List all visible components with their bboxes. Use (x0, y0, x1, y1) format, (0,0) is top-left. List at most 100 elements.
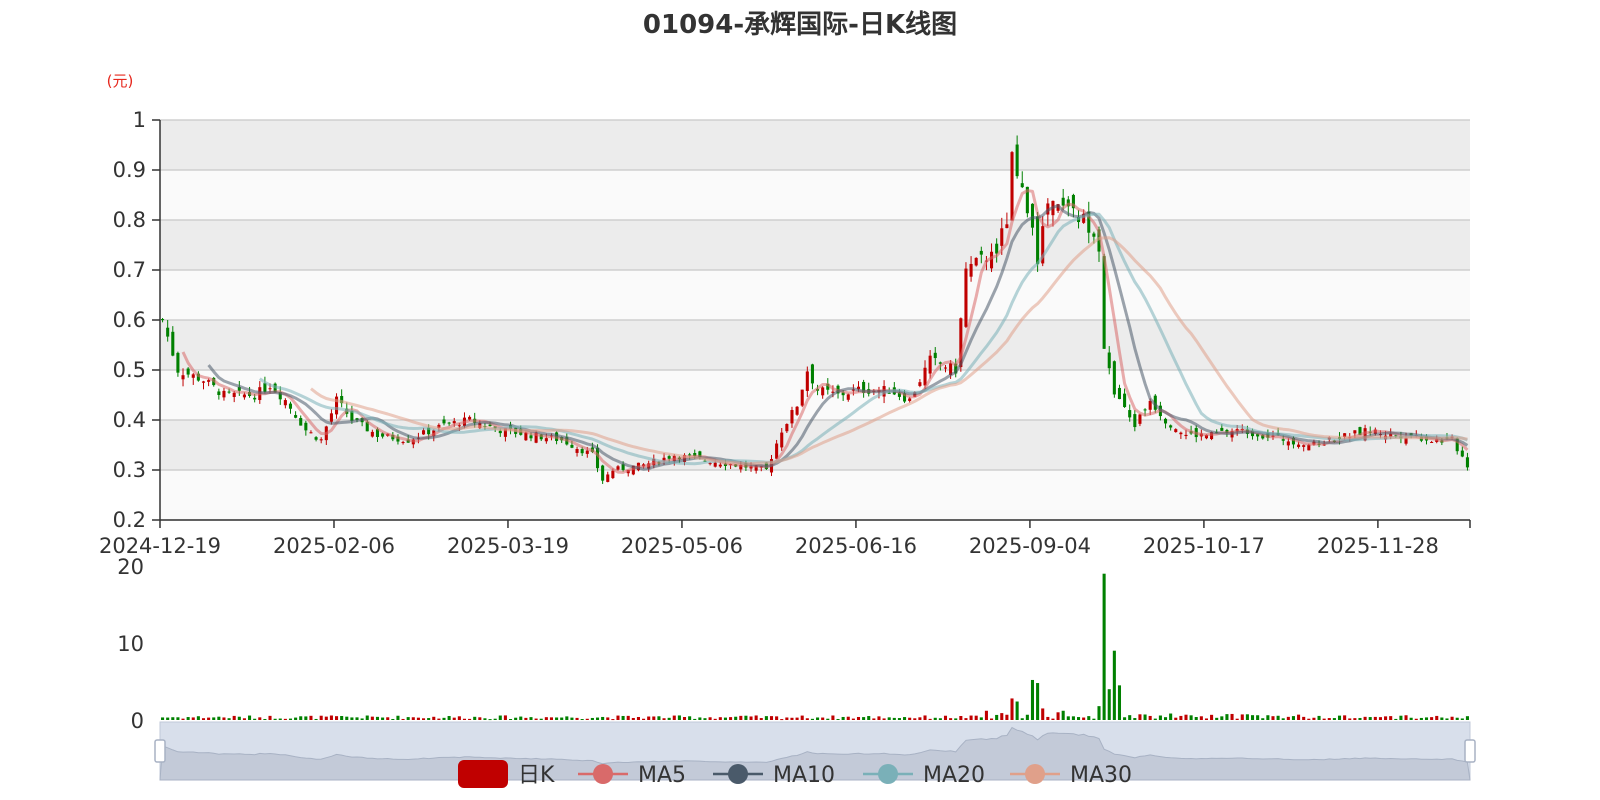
volume-bar (503, 715, 507, 720)
volume-bar (1020, 718, 1024, 720)
volume-tick-label: 20 (117, 555, 144, 579)
candle-body (1005, 224, 1009, 229)
volume-bar (416, 717, 420, 720)
volume-bar (345, 716, 349, 720)
candle-body (171, 331, 175, 356)
volume-bar (647, 716, 651, 720)
volume-bar (775, 716, 779, 720)
candle-body (166, 327, 170, 337)
volume-bar (1010, 698, 1014, 720)
candle-body (810, 364, 814, 384)
candle-body (611, 470, 615, 479)
volume-bar (688, 716, 692, 720)
volume-bar (616, 715, 620, 720)
candle-body (191, 374, 195, 378)
volume-bar (759, 718, 763, 720)
volume-bar (386, 717, 390, 720)
volume-bar (580, 719, 584, 721)
candle-body (580, 449, 584, 454)
volume-bar (1184, 714, 1188, 720)
candle-body (1128, 410, 1132, 418)
volume-bar (1046, 716, 1050, 720)
candle-body (232, 392, 236, 397)
volume-bar (959, 716, 963, 720)
volume-bar (447, 716, 451, 720)
volume-bar (923, 715, 927, 720)
candle-body (370, 431, 374, 437)
price-band (160, 220, 1470, 270)
volume-bar (1394, 718, 1398, 720)
volume-tick-label: 0 (131, 709, 144, 733)
volume-bar (1430, 717, 1434, 720)
candle-body (846, 394, 850, 400)
legend-icon-kline (458, 760, 508, 788)
volume-bar (1312, 717, 1316, 720)
volume-bar (565, 716, 569, 720)
volume-bar (943, 715, 948, 720)
legend-label: MA10 (773, 763, 835, 788)
candle-body (775, 443, 779, 459)
volume-bar (1117, 685, 1122, 720)
volume-bar (790, 717, 794, 720)
volume-bar (1087, 716, 1091, 720)
candle-body (585, 450, 589, 454)
candle-body (447, 422, 451, 424)
volume-bar (1112, 650, 1116, 720)
candle-body (1117, 387, 1122, 400)
volume-bars (161, 573, 1469, 721)
volume-bar (708, 717, 712, 720)
candle-body (1061, 197, 1065, 206)
volume-bar (1250, 715, 1255, 720)
candle-body (616, 466, 620, 470)
volume-bar (560, 717, 564, 720)
legend-label: MA5 (638, 763, 686, 788)
volume-bar (498, 715, 502, 720)
candle-body (242, 394, 246, 398)
volume-bar (831, 715, 835, 720)
volume-bar (493, 718, 497, 720)
volume-bar (662, 718, 666, 720)
volume-bar (769, 716, 774, 720)
volume-bar (186, 717, 190, 720)
volume-bar (1327, 718, 1331, 720)
price-band (160, 470, 1470, 520)
volume-bar (744, 715, 748, 720)
candle-body (217, 391, 221, 395)
price-tick-label: 0.2 (113, 508, 146, 532)
volume-bar (432, 716, 436, 720)
price-tick-label: 0.5 (113, 358, 146, 382)
volume-bar (887, 717, 891, 720)
legend-dot-icon (1025, 764, 1045, 784)
volume-bar (1465, 716, 1469, 720)
candle-body (964, 268, 968, 327)
volume-bar (1225, 714, 1229, 720)
volume-bar (1097, 706, 1101, 720)
volume-bar (1419, 717, 1423, 720)
candle-body (1030, 203, 1035, 228)
volume-bar (606, 717, 610, 720)
volume-bar (191, 717, 195, 720)
volume-bar (319, 715, 323, 720)
volume-bar (872, 718, 876, 720)
zoom-handle-left (154, 739, 166, 763)
volume-bar (1194, 717, 1198, 720)
volume-bar (406, 717, 410, 720)
volume-bar (652, 716, 656, 720)
candle-body (995, 243, 999, 254)
price-tick-label: 0.9 (113, 158, 146, 182)
x-tick-label: 2025-05-06 (621, 534, 743, 558)
volume-bar (299, 716, 303, 720)
volume-bar (508, 719, 513, 721)
volume-bar (340, 716, 344, 720)
volume-bar (355, 717, 359, 720)
volume-bar (1220, 716, 1224, 720)
x-tick-label: 2025-09-04 (969, 534, 1091, 558)
volume-bar (969, 715, 973, 720)
candle-body (606, 474, 610, 482)
volume-bar (1025, 714, 1029, 720)
volume-bar (841, 716, 845, 720)
price-band (160, 320, 1470, 370)
candle-body (1133, 414, 1137, 428)
candle-body (1010, 152, 1014, 221)
volume-bar (1343, 715, 1347, 720)
